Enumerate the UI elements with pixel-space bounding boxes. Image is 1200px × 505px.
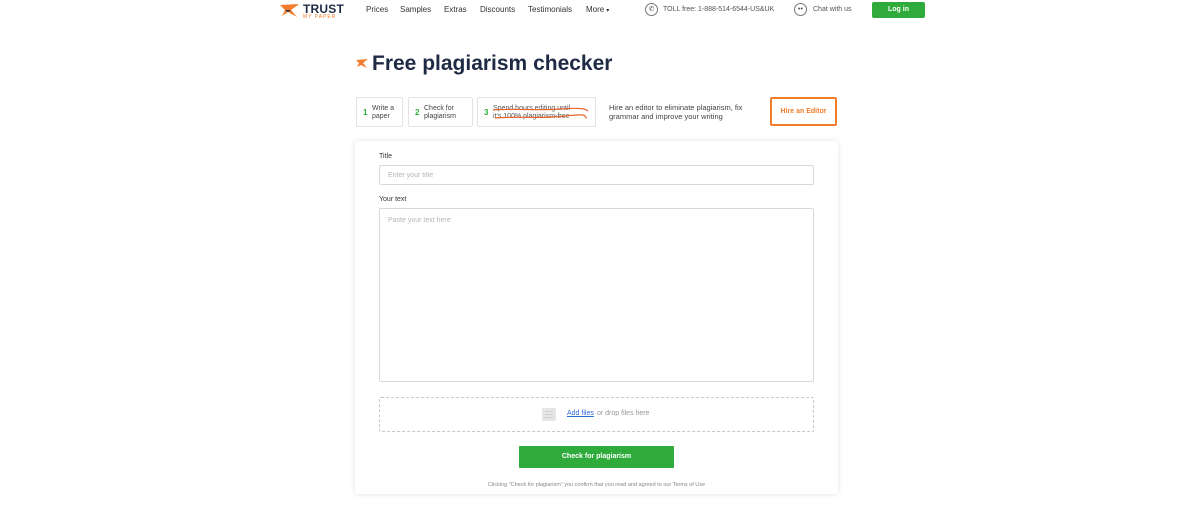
plagiarism-form-card: Title Your text Add files or drop files … bbox=[355, 141, 838, 494]
title-label: Title bbox=[379, 153, 392, 160]
step-number: 2 bbox=[415, 108, 420, 117]
file-icon bbox=[542, 408, 556, 421]
page-title: Free plagiarism checker bbox=[372, 52, 613, 75]
bird-logo-icon bbox=[280, 4, 299, 17]
logo-subtext: MY PAPER bbox=[303, 14, 337, 20]
site-header: TRUST MY PAPER Prices Samples Extras Dis… bbox=[0, 0, 1200, 22]
phone-icon: ✆ bbox=[645, 3, 658, 16]
drop-files-text: or drop files here bbox=[597, 410, 650, 417]
step-write-paper: 1 Write a paper bbox=[356, 97, 403, 127]
nav-more-label: More bbox=[586, 5, 605, 14]
hire-editor-description: Hire an editor to eliminate plagiarism, … bbox=[609, 103, 743, 121]
hire-editor-button[interactable]: Hire an Editor bbox=[770, 97, 837, 126]
step-text-line1: Check for bbox=[424, 105, 454, 112]
step-spend-hours: 3 Spend hours editing until it's 100% pla… bbox=[477, 97, 596, 127]
chevron-down-icon: ▾ bbox=[606, 8, 610, 14]
step-text-line2: plagiarism bbox=[424, 113, 456, 120]
text-label: Your text bbox=[379, 196, 407, 203]
step-check-plagiarism: 2 Check for plagiarism bbox=[408, 97, 473, 127]
step-text-line2: paper bbox=[372, 113, 390, 120]
nav-prices[interactable]: Prices bbox=[366, 5, 388, 14]
text-input[interactable] bbox=[379, 208, 814, 382]
strikethrough-scribble-icon bbox=[492, 107, 589, 119]
step-number: 3 bbox=[484, 108, 489, 117]
step-text-line1: Write a bbox=[372, 105, 395, 112]
bird-icon bbox=[356, 59, 368, 68]
login-button[interactable]: Log in bbox=[872, 2, 925, 18]
terms-notice: Clicking "Check for plagiarism" you conf… bbox=[487, 482, 706, 488]
nav-discounts[interactable]: Discounts bbox=[480, 5, 515, 14]
check-plagiarism-button[interactable]: Check for plagiarism bbox=[519, 446, 674, 468]
step-text: Write a paper bbox=[372, 105, 394, 121]
chat-icon: •• bbox=[794, 3, 807, 16]
step-text: Check for plagiarism bbox=[424, 105, 456, 121]
add-files-link[interactable]: Add files bbox=[567, 410, 594, 417]
title-input[interactable] bbox=[379, 165, 814, 185]
nav-testimonials[interactable]: Testimonials bbox=[528, 5, 572, 14]
file-drop-zone[interactable]: Add files or drop files here bbox=[379, 397, 814, 432]
step-number: 1 bbox=[363, 108, 368, 117]
chat-label: Chat with us bbox=[813, 6, 852, 13]
nav-more[interactable]: More ▾ bbox=[586, 5, 609, 14]
nav-extras[interactable]: Extras bbox=[444, 5, 467, 14]
logo[interactable]: TRUST MY PAPER bbox=[279, 2, 349, 22]
nav-samples[interactable]: Samples bbox=[400, 5, 431, 14]
phone-number: TOLL free: 1-888-514-6544-US&UK bbox=[663, 6, 775, 13]
